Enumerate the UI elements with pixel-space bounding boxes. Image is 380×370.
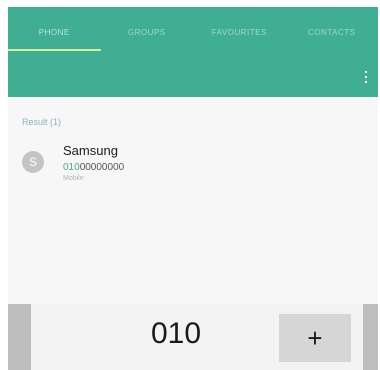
phone-screen: PHONE GROUPS FAVOURITES CONTACTS Result … — [8, 7, 378, 370]
tab-phone[interactable]: PHONE — [8, 7, 101, 57]
more-vertical-icon[interactable] — [364, 71, 368, 83]
result-count-header: Result (1) — [22, 117, 62, 127]
tab-favourites-label: FAVOURITES — [211, 27, 267, 37]
dial-display[interactable]: 010 + — [31, 304, 363, 370]
plus-button[interactable]: + — [279, 314, 351, 362]
list-item[interactable]: S Samsung 01000000000 Mobile — [22, 143, 362, 183]
contact-number-type: Mobile — [63, 175, 84, 182]
dialed-number: 010 — [150, 317, 202, 350]
dialer-panel: 010 + — [8, 304, 378, 370]
tab-groups[interactable]: GROUPS — [101, 7, 194, 57]
avatar: S — [22, 151, 44, 173]
tab-groups-label: GROUPS — [127, 27, 166, 37]
action-bar — [8, 57, 378, 97]
search-results: Result (1) S Samsung 01000000000 Mobile — [8, 97, 378, 307]
active-tab-indicator — [8, 49, 101, 51]
contact-name: Samsung — [63, 143, 118, 158]
tab-favourites[interactable]: FAVOURITES — [193, 7, 286, 57]
tab-contacts[interactable]: CONTACTS — [286, 7, 379, 57]
number-match-highlight: 010 — [63, 162, 80, 173]
number-rest: 00000000 — [79, 162, 125, 173]
tab-phone-label: PHONE — [38, 27, 70, 37]
tab-bar: PHONE GROUPS FAVOURITES CONTACTS — [8, 7, 378, 57]
tab-contacts-label: CONTACTS — [308, 27, 356, 37]
contact-number: 01000000000 — [63, 162, 124, 173]
